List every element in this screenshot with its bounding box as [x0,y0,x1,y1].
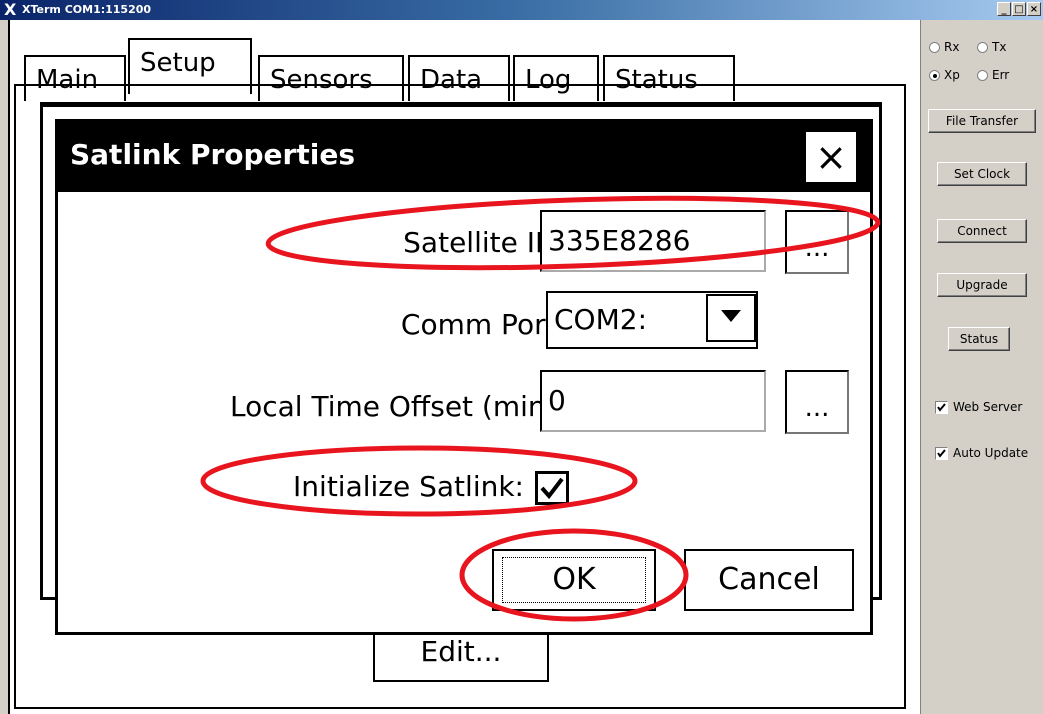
xterm-logo-icon: X [4,0,17,19]
auto-update-label: Auto Update [953,446,1029,460]
connect-button[interactable]: Connect [937,219,1027,243]
radio-rx-circle [929,41,940,53]
radio-tx-label: Tx [992,40,1007,54]
file-transfer-button[interactable]: File Transfer [928,109,1036,133]
radio-tx-circle [977,41,988,53]
web-server-checkbox[interactable]: Web Server [935,400,1022,414]
dialog-titlebar: Satlink Properties × [58,122,870,192]
radio-xp[interactable]: Xp [929,68,960,82]
initialize-satlink-label: Initialize Satlink: [293,470,524,503]
auto-update-box [935,446,948,460]
ok-button[interactable]: OK [492,549,656,611]
upgrade-button[interactable]: Upgrade [937,273,1027,297]
close-window-button[interactable]: × [1027,2,1041,16]
comm-port-label: Comm Port: [400,308,566,341]
window-title: XTerm COM1:115200 [22,3,152,16]
status-button[interactable]: Status [948,327,1010,351]
radio-tx[interactable]: Tx [977,40,1006,54]
satlink-properties-dialog: Satlink Properties × Satellite ID: 335E8… [55,119,873,635]
chevron-down-icon [721,310,741,322]
dialog-title: Satlink Properties [70,138,355,171]
set-clock-button[interactable]: Set Clock [937,162,1027,186]
local-time-offset-browse-button[interactable]: ... [785,370,849,434]
ok-focus-rect [502,557,646,603]
radio-err-circle [977,69,988,81]
comm-port-value: COM2: [554,303,647,336]
maximize-button[interactable]: □ [1012,2,1026,16]
minimize-button[interactable]: _ [997,2,1011,16]
satellite-id-input[interactable]: 335E8286 [540,210,766,272]
auto-update-checkbox[interactable]: Auto Update [935,446,1028,460]
checkmark-icon [937,402,946,412]
local-time-offset-label: Local Time Offset (min): [230,390,566,423]
radio-rx-label: Rx [944,40,960,54]
radio-err[interactable]: Err [977,68,1009,82]
web-server-box [935,400,948,414]
radio-xp-circle [929,69,940,81]
comm-port-dropdown-button[interactable] [706,294,756,342]
radio-xp-label: Xp [944,68,960,82]
initialize-satlink-checkbox[interactable] [535,471,569,505]
web-server-label: Web Server [953,400,1023,414]
dialog-close-button[interactable]: × [804,130,858,184]
radio-err-label: Err [992,68,1010,82]
cancel-button[interactable]: Cancel [684,549,854,611]
radio-rx[interactable]: Rx [929,40,959,54]
local-time-offset-input[interactable]: 0 [540,370,766,432]
checkmark-icon [540,477,564,500]
side-panel: Rx Tx Xp Err File Transfer Set Clock Con… [921,20,1043,714]
satellite-id-browse-button[interactable]: ... [785,210,849,274]
window-titlebar: X XTerm COM1:115200 _ □ × [0,0,1043,20]
checkmark-icon [937,448,946,458]
